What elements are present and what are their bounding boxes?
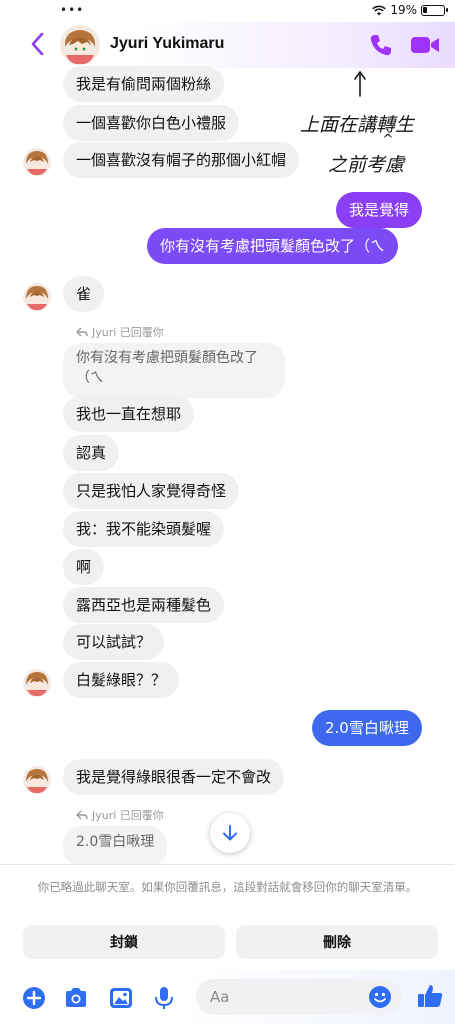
wifi-icon xyxy=(372,5,387,15)
message-bubble[interactable]: 一個喜歡你白色小禮服 xyxy=(63,105,240,141)
message-bubble[interactable]: 我：我不能染頭髮喔 xyxy=(63,511,225,547)
message-bubble[interactable]: 只是我怕人家覺得奇怪 xyxy=(63,473,240,509)
status-bar: ••• 19% xyxy=(0,0,455,22)
microphone-icon[interactable] xyxy=(151,985,177,1011)
reply-indicator: Jyuri 已回覆你 xyxy=(76,807,164,823)
image-gallery-icon[interactable] xyxy=(108,985,134,1011)
message-bubble[interactable]: 雀 xyxy=(63,276,105,312)
multitasking-dots-icon: ••• xyxy=(60,3,85,17)
reply-arrow-icon xyxy=(76,810,88,820)
battery-icon xyxy=(421,4,448,16)
handwritten-annotation: 上面在講轉生 ^ 之前考慮 xyxy=(300,70,450,182)
camera-icon[interactable] xyxy=(63,985,89,1011)
message-bubble[interactable]: 啊 xyxy=(63,549,105,585)
avatar[interactable] xyxy=(23,283,51,311)
message-bubble[interactable]: 我是覺得綠眼很香一定不會改 xyxy=(63,759,285,795)
message-bubble-sent[interactable]: 2.0雪白啾理 xyxy=(312,710,422,746)
message-composer: Aa xyxy=(0,970,455,1024)
chat-header: Jyuri Yukimaru xyxy=(0,22,455,68)
message-bubble-sent[interactable]: 我是覺得 xyxy=(336,192,423,228)
message-input[interactable]: Aa xyxy=(196,979,402,1015)
reply-label: Jyuri 已回覆你 xyxy=(92,326,164,339)
phone-call-icon[interactable] xyxy=(368,32,394,58)
message-bubble[interactable]: 我也一直在想耶 xyxy=(63,396,195,432)
battery-percent: 19% xyxy=(390,3,417,17)
back-arrow-icon[interactable] xyxy=(26,30,50,58)
block-button[interactable]: 封鎖 xyxy=(23,925,225,959)
video-call-icon[interactable] xyxy=(410,34,440,56)
annotation-line-2: 之前考慮 xyxy=(328,154,405,176)
thumbs-up-icon[interactable] xyxy=(416,982,444,1010)
reply-indicator: Jyuri 已回覆你 xyxy=(76,324,164,340)
arrow-down-icon xyxy=(223,825,237,841)
contact-name[interactable]: Jyuri Yukimaru xyxy=(110,35,224,53)
message-bubble[interactable]: 可以試試？ xyxy=(63,624,165,660)
emoji-icon[interactable] xyxy=(368,985,392,1009)
plus-circle-icon[interactable] xyxy=(21,985,47,1011)
avatar[interactable] xyxy=(23,766,51,794)
message-bubble[interactable]: 認真 xyxy=(63,435,120,471)
reply-label: Jyuri 已回覆你 xyxy=(92,809,164,822)
message-bubble[interactable]: 我是有偷問兩個粉絲 xyxy=(63,66,225,102)
avatar[interactable] xyxy=(23,669,51,697)
message-bubble[interactable]: 白髮綠眼？？ xyxy=(63,662,180,698)
message-bubble[interactable]: 露西亞也是兩種髮色 xyxy=(63,587,225,623)
status-right: 19% xyxy=(372,3,448,17)
message-bubble[interactable]: 一個喜歡沒有帽子的那個小紅帽 xyxy=(63,142,300,178)
annotation-caret: ^ xyxy=(382,132,394,148)
notice-text: 你已略過此聊天室。如果你回覆訊息，這段對話就會移回你的聊天室清單。 xyxy=(37,880,418,894)
ignored-chat-notice: 你已略過此聊天室。如果你回覆訊息，這段對話就會移回你的聊天室清單。 封鎖 刪除 xyxy=(0,864,455,968)
up-arrow-icon xyxy=(354,70,366,97)
scroll-to-bottom-button[interactable] xyxy=(210,813,250,853)
delete-button[interactable]: 刪除 xyxy=(236,925,438,959)
message-bubble-sent[interactable]: 你有沒有考慮把頭髮顏色改了（ㄟ xyxy=(147,228,399,264)
quoted-message[interactable]: 2.0雪白啾理 xyxy=(63,826,168,866)
annotation-line-1: 上面在講轉生 xyxy=(300,114,415,136)
quoted-message[interactable]: 你有沒有考慮把頭髮顏色改了（ㄟ xyxy=(63,343,285,398)
reply-arrow-icon xyxy=(76,327,88,337)
message-input-placeholder: Aa xyxy=(210,988,230,1006)
avatar[interactable] xyxy=(60,25,100,65)
avatar[interactable] xyxy=(23,148,51,176)
